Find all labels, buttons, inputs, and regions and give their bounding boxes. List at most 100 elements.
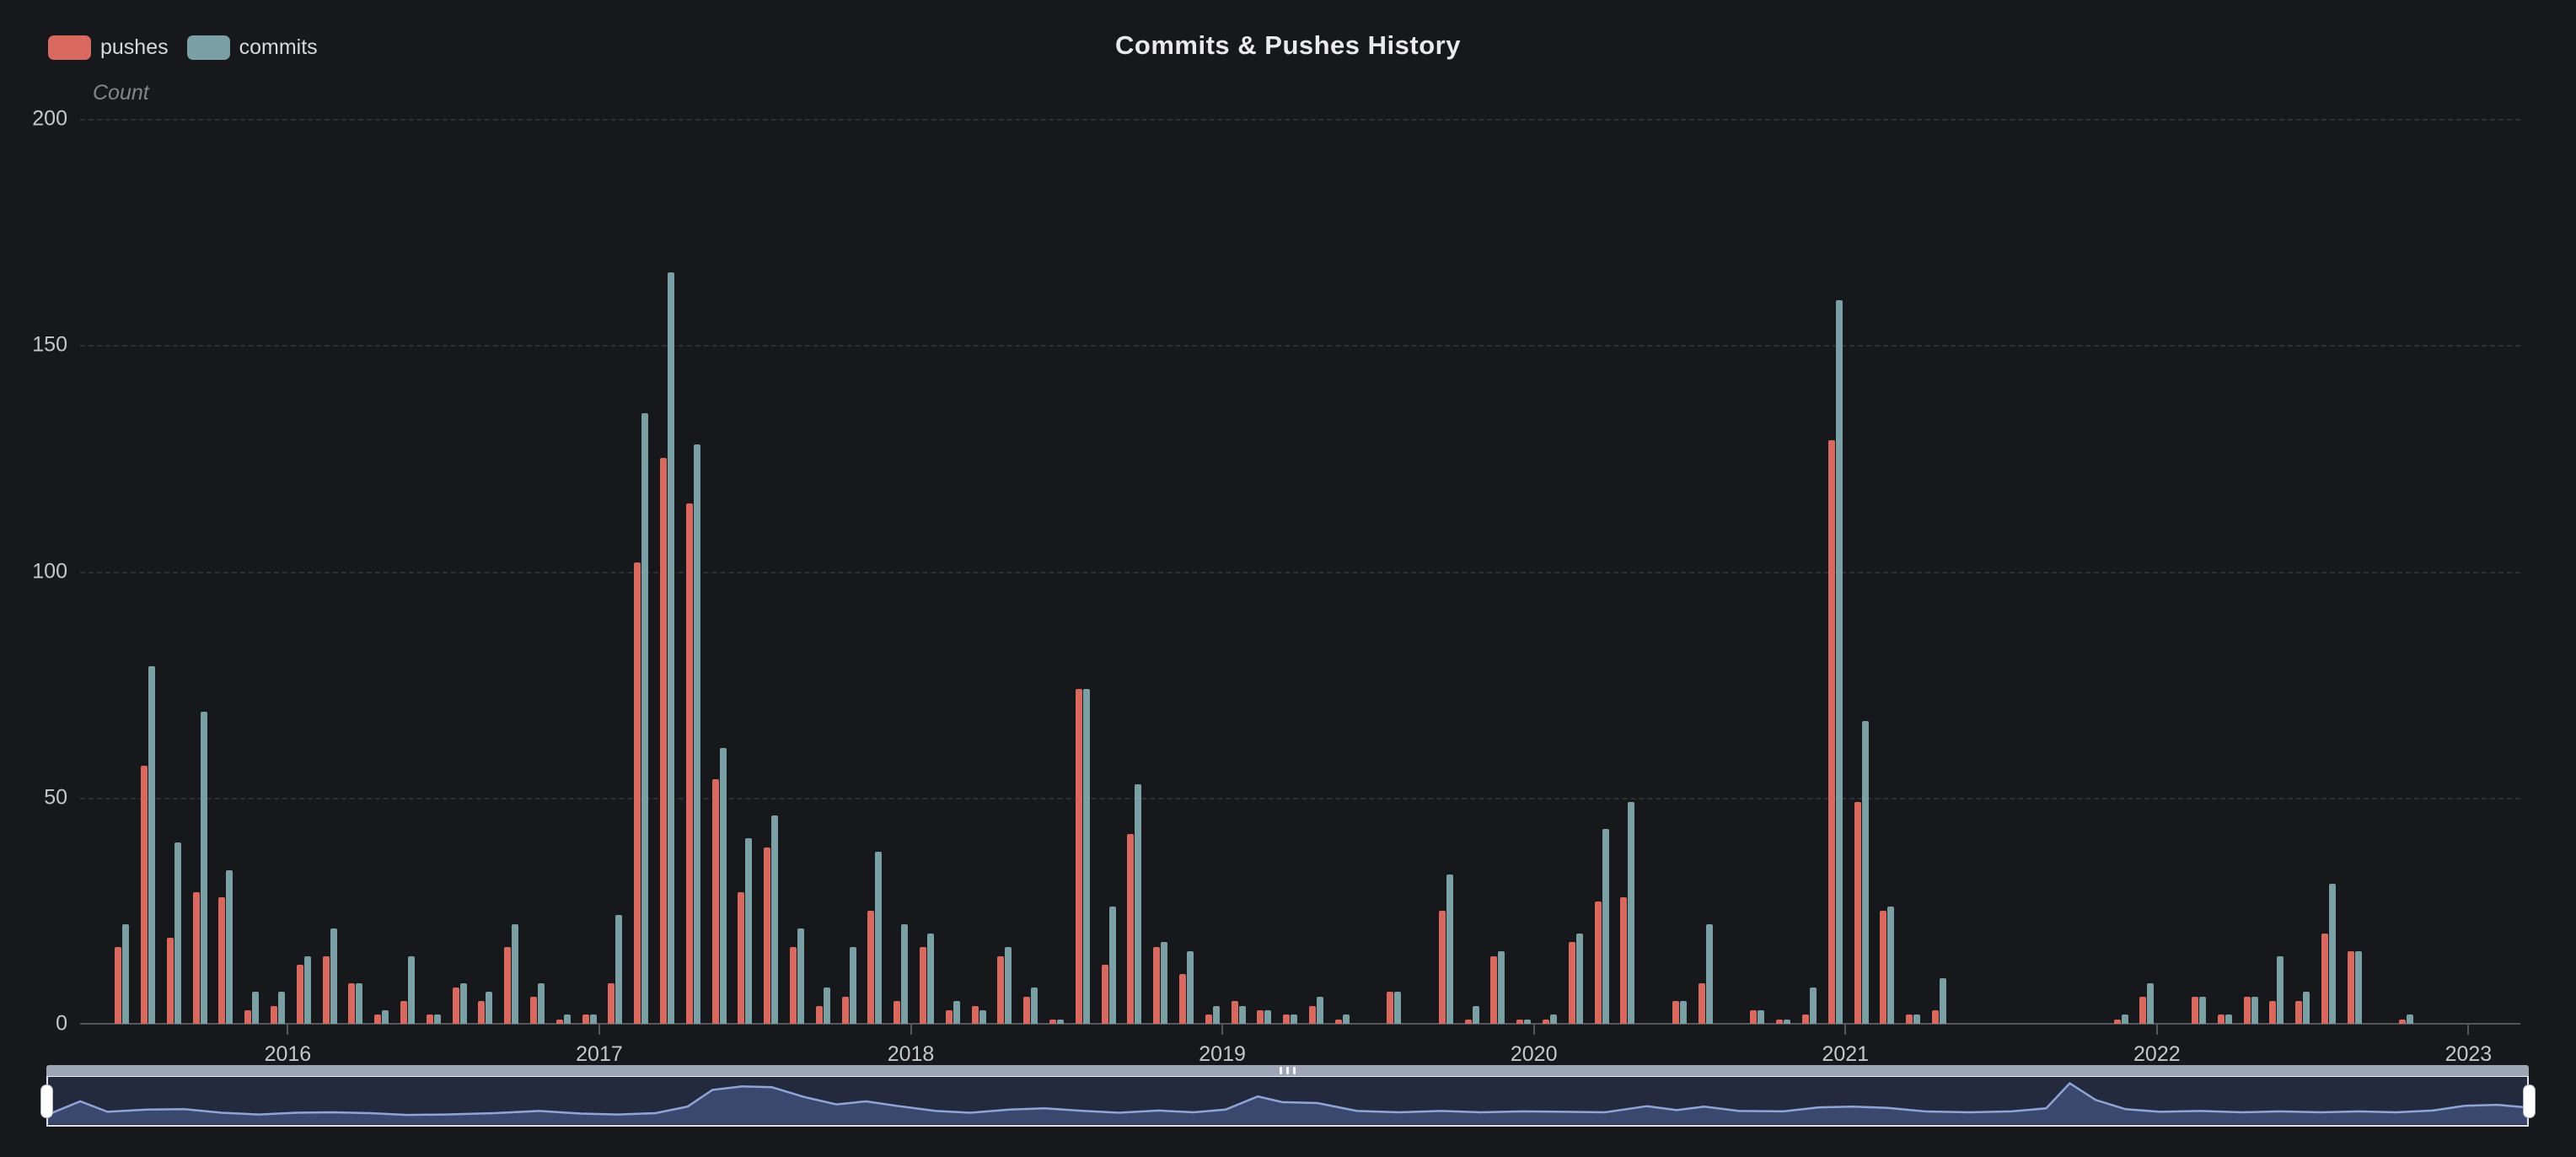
bar-pushes xyxy=(2244,997,2251,1024)
y-axis-name: Count xyxy=(93,81,149,105)
bar-commits xyxy=(2355,951,2362,1024)
bar-pushes xyxy=(1283,1014,1290,1024)
bar-commits xyxy=(694,444,700,1024)
bar-pushes xyxy=(271,1006,277,1024)
bar-pushes xyxy=(1205,1014,1212,1024)
bar-commits xyxy=(2147,983,2154,1024)
bar-commits xyxy=(564,1014,571,1024)
bar-pushes xyxy=(582,1014,589,1024)
bar-commits xyxy=(1135,784,1141,1024)
bar-commits xyxy=(1239,1006,1246,1024)
bar-commits xyxy=(2199,997,2206,1024)
y-axis-tick-label: 200 xyxy=(0,107,67,132)
bar-commits xyxy=(901,924,908,1024)
chart-canvas: Commits & Pushes History pushes commits … xyxy=(0,0,2576,1157)
bar-commits xyxy=(226,870,233,1024)
bar-commits xyxy=(1810,987,1817,1024)
bar-pushes xyxy=(115,947,121,1024)
bar-commits xyxy=(875,852,882,1024)
bar-pushes xyxy=(686,503,693,1024)
bar-commits xyxy=(2329,884,2336,1024)
bar-pushes xyxy=(167,938,174,1024)
bar-commits xyxy=(174,842,181,1024)
bar-pushes xyxy=(453,987,459,1024)
bar-commits xyxy=(1913,1014,1920,1024)
bar-commits xyxy=(434,1014,441,1024)
bar-commits xyxy=(1680,1001,1687,1024)
bar-pushes xyxy=(244,1010,251,1024)
x-axis-year-label: 2021 xyxy=(1795,1042,1896,1067)
bar-pushes xyxy=(946,1010,953,1024)
bar-commits xyxy=(2225,1014,2232,1024)
bar-pushes xyxy=(141,766,148,1024)
bar-commits xyxy=(1291,1014,1297,1024)
bar-commits xyxy=(356,983,362,1024)
bar-pushes xyxy=(2348,951,2354,1024)
bar-pushes xyxy=(1750,1010,1757,1024)
bar-commits xyxy=(850,947,856,1024)
bar-commits xyxy=(797,928,804,1024)
bar-commits xyxy=(408,956,415,1024)
bar-commits xyxy=(1940,978,1946,1024)
bar-pushes xyxy=(1932,1010,1939,1024)
bar-pushes xyxy=(218,897,225,1024)
bar-commits xyxy=(720,748,727,1024)
bar-pushes xyxy=(1595,901,1602,1024)
datazoom-left-handle[interactable] xyxy=(40,1084,53,1118)
bar-pushes xyxy=(920,947,926,1024)
x-axis-tick xyxy=(287,1025,288,1035)
bar-pushes xyxy=(1569,942,1575,1024)
datazoom-right-handle[interactable] xyxy=(2523,1084,2536,1118)
bar-pushes xyxy=(1516,1020,1523,1024)
bar-commits xyxy=(824,987,830,1024)
bar-pushes xyxy=(427,1014,433,1024)
datazoom-move-bar[interactable] xyxy=(46,1065,2529,1076)
bar-commits xyxy=(1083,689,1090,1024)
bar-commits xyxy=(1758,1010,1764,1024)
bar-commits xyxy=(1264,1010,1271,1024)
bar-pushes xyxy=(348,983,355,1024)
bar-pushes xyxy=(2321,934,2328,1024)
bar-pushes xyxy=(1127,834,1134,1024)
y-axis-tick-label: 150 xyxy=(0,333,67,358)
legend-item-pushes[interactable]: pushes xyxy=(48,35,169,60)
bar-commits xyxy=(1161,942,1167,1024)
bar-commits xyxy=(1550,1014,1557,1024)
bar-pushes xyxy=(2269,1001,2276,1024)
bar-commits xyxy=(1784,1020,1790,1024)
y-axis-tick-label: 100 xyxy=(0,559,67,584)
bar-commits xyxy=(330,928,337,1024)
bar-commits xyxy=(1057,1020,1064,1024)
bar-commits xyxy=(1836,300,1843,1024)
bar-pushes xyxy=(608,983,614,1024)
x-axis-tick xyxy=(598,1025,600,1035)
bar-pushes xyxy=(374,1014,381,1024)
x-axis-year-label: 2022 xyxy=(2106,1042,2208,1067)
bar-commits xyxy=(1446,874,1453,1024)
bar-commits xyxy=(590,1014,597,1024)
bar-pushes xyxy=(1049,1020,1056,1024)
bar-pushes xyxy=(867,911,874,1024)
bar-pushes xyxy=(1232,1001,1238,1024)
bar-commits xyxy=(1005,947,1012,1024)
legend-item-commits[interactable]: commits xyxy=(187,35,318,60)
bar-pushes xyxy=(478,1001,485,1024)
bar-pushes xyxy=(1179,974,1186,1024)
bar-commits xyxy=(2122,1014,2128,1024)
x-axis-year-label: 2018 xyxy=(861,1042,962,1067)
datazoom-slider[interactable] xyxy=(46,1076,2529,1127)
bar-commits xyxy=(252,992,259,1024)
bar-pushes xyxy=(556,1020,563,1024)
bar-commits xyxy=(979,1010,986,1024)
x-axis-year-label: 2017 xyxy=(549,1042,650,1067)
bar-commits xyxy=(1524,1020,1531,1024)
bar-pushes xyxy=(530,997,537,1024)
bar-pushes xyxy=(1153,947,1160,1024)
bar-pushes xyxy=(1776,1020,1783,1024)
bar-pushes xyxy=(2218,1014,2224,1024)
bar-pushes xyxy=(323,956,330,1024)
grip-icon xyxy=(1280,1067,1282,1074)
bar-pushes xyxy=(894,1001,900,1024)
x-axis-tick xyxy=(2156,1025,2158,1035)
bar-commits xyxy=(1887,907,1894,1024)
